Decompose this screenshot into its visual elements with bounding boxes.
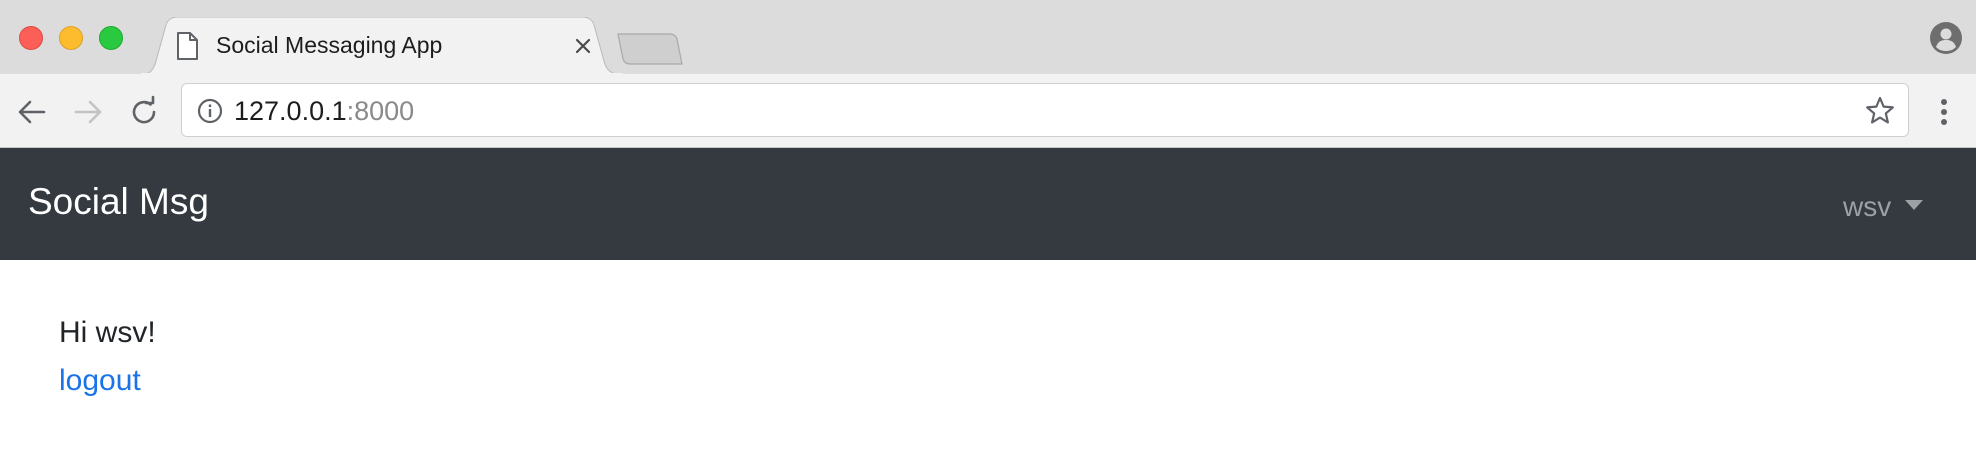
vertical-dots-icon[interactable] (1932, 94, 1956, 130)
star-icon[interactable] (1864, 95, 1896, 127)
url-port: :8000 (346, 96, 415, 126)
logout-link[interactable]: logout (59, 360, 141, 402)
user-name: wsv (1843, 191, 1892, 222)
tab-title: Social Messaging App (216, 32, 443, 58)
navbar-brand[interactable]: Social Msg (28, 181, 209, 223)
browser-toolbar: 127.0.0.1:8000 (0, 74, 1976, 148)
caret-down-icon (1905, 200, 1924, 210)
browser-tab-strip: Social Messaging App (0, 0, 1976, 75)
arrow-left-icon[interactable] (14, 94, 50, 130)
browser-tab-active[interactable]: Social Messaging App (140, 17, 624, 75)
url-text[interactable]: 127.0.0.1:8000 (234, 96, 414, 127)
site-navbar: Social Msg wsv (0, 148, 1976, 260)
address-bar[interactable]: 127.0.0.1:8000 (181, 83, 1909, 137)
close-icon[interactable] (570, 33, 596, 59)
info-icon[interactable] (196, 97, 224, 125)
main-content: Hi wsv! logout (59, 312, 156, 402)
reload-icon[interactable] (126, 94, 162, 130)
document-icon (176, 32, 198, 60)
new-tab-button[interactable] (616, 32, 684, 66)
window-close-button[interactable] (19, 26, 43, 50)
url-host: 127.0.0.1 (234, 96, 347, 126)
window-maximize-button[interactable] (99, 26, 123, 50)
window-minimize-button[interactable] (59, 26, 83, 50)
user-dropdown-toggle[interactable]: wsv (1843, 190, 1924, 224)
arrow-right-icon[interactable] (70, 94, 106, 130)
account-icon[interactable] (1929, 21, 1963, 55)
greeting-text: Hi wsv! (59, 316, 156, 349)
